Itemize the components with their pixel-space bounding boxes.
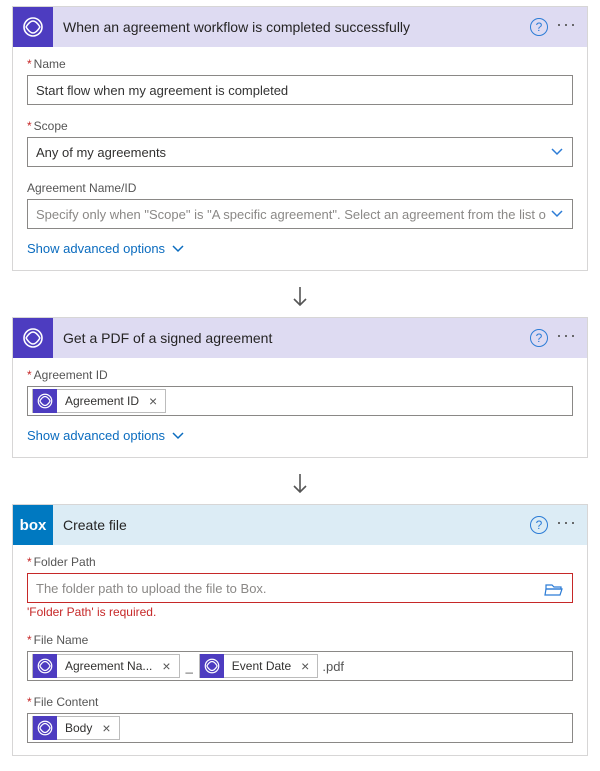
box-logo-text: box	[20, 517, 47, 534]
agreement-label: Agreement Name/ID	[27, 181, 136, 195]
scope-select[interactable]: Any of my agreements	[27, 137, 573, 167]
field-agreement-id: Agreement Name/ID	[27, 181, 573, 229]
step-create-file-title: Create file	[63, 517, 520, 533]
step-create-file: box Create file ? ··· Folder Path 'Folde…	[12, 504, 588, 756]
separator: _	[184, 659, 195, 674]
chip-event-date[interactable]: Event Date ×	[199, 654, 319, 678]
show-advanced-link[interactable]: Show advanced options	[13, 428, 587, 457]
connector-arrow	[12, 277, 588, 317]
acrobat-icon	[33, 654, 57, 678]
acrobat-icon	[13, 318, 53, 358]
chip-agreement-name[interactable]: Agreement Na... ×	[32, 654, 180, 678]
acrobat-icon	[200, 654, 224, 678]
step-create-file-header[interactable]: box Create file ? ···	[13, 505, 587, 545]
file-name-suffix: .pdf	[322, 659, 344, 674]
step-get-pdf-title: Get a PDF of a signed agreement	[63, 330, 520, 346]
agreement-id-input[interactable]: Agreement ID ×	[27, 386, 573, 416]
scope-label: Scope	[34, 119, 68, 133]
step-trigger: When an agreement workflow is completed …	[12, 6, 588, 271]
chip-label: Body	[63, 721, 94, 735]
file-content-label: File Content	[34, 695, 99, 709]
chevron-down-icon	[550, 207, 564, 221]
show-advanced-label: Show advanced options	[27, 428, 165, 443]
show-advanced-label: Show advanced options	[27, 241, 165, 256]
acrobat-icon	[33, 389, 57, 413]
acrobat-icon	[13, 7, 53, 47]
chip-remove-icon[interactable]: ×	[100, 720, 112, 736]
required-marker	[27, 57, 34, 71]
name-input[interactable]	[32, 79, 564, 102]
folder-picker-icon[interactable]	[544, 580, 564, 596]
step-get-pdf: Get a PDF of a signed agreement ? ··· Ag…	[12, 317, 588, 458]
help-icon[interactable]: ?	[530, 18, 548, 36]
scope-value: Any of my agreements	[32, 141, 550, 164]
step-trigger-title: When an agreement workflow is completed …	[63, 19, 520, 35]
show-advanced-link[interactable]: Show advanced options	[13, 241, 587, 270]
file-name-label: File Name	[34, 633, 89, 647]
folder-path-label: Folder Path	[34, 555, 96, 569]
file-name-input[interactable]: Agreement Na... × _ Event Date × .pdf	[27, 651, 573, 681]
chip-remove-icon[interactable]: ×	[160, 658, 172, 674]
field-agreement-id: Agreement ID Agreement ID ×	[27, 368, 573, 416]
folder-path-text[interactable]	[32, 577, 544, 600]
chip-label: Agreement ID	[63, 394, 141, 408]
chevron-down-icon	[550, 145, 564, 159]
chip-body[interactable]: Body ×	[32, 716, 120, 740]
file-content-input[interactable]: Body ×	[27, 713, 573, 743]
help-icon[interactable]: ?	[530, 516, 548, 534]
chevron-down-icon	[171, 429, 185, 443]
chip-remove-icon[interactable]: ×	[147, 393, 159, 409]
field-name: Name	[27, 57, 573, 105]
help-icon[interactable]: ?	[530, 329, 548, 347]
field-folder-path: Folder Path 'Folder Path' is required.	[27, 555, 573, 619]
agreement-select[interactable]	[27, 199, 573, 229]
chip-label: Event Date	[230, 659, 293, 673]
chip-agreement-id[interactable]: Agreement ID ×	[32, 389, 166, 413]
folder-path-error: 'Folder Path' is required.	[27, 605, 573, 619]
folder-path-input[interactable]	[27, 573, 573, 603]
step-trigger-header[interactable]: When an agreement workflow is completed …	[13, 7, 587, 47]
agreement-input[interactable]	[32, 203, 550, 226]
connector-arrow	[12, 464, 588, 504]
chip-remove-icon[interactable]: ×	[299, 658, 311, 674]
chip-label: Agreement Na...	[63, 659, 154, 673]
chevron-down-icon	[171, 242, 185, 256]
field-scope: Scope Any of my agreements	[27, 119, 573, 167]
box-icon: box	[13, 505, 53, 545]
field-file-name: File Name Agreement Na... × _ Event Date…	[27, 633, 573, 681]
step-get-pdf-header[interactable]: Get a PDF of a signed agreement ? ···	[13, 318, 587, 358]
acrobat-icon	[33, 716, 57, 740]
name-label: Name	[34, 57, 66, 71]
field-file-content: File Content Body ×	[27, 695, 573, 743]
agreement-id-label: Agreement ID	[34, 368, 108, 382]
